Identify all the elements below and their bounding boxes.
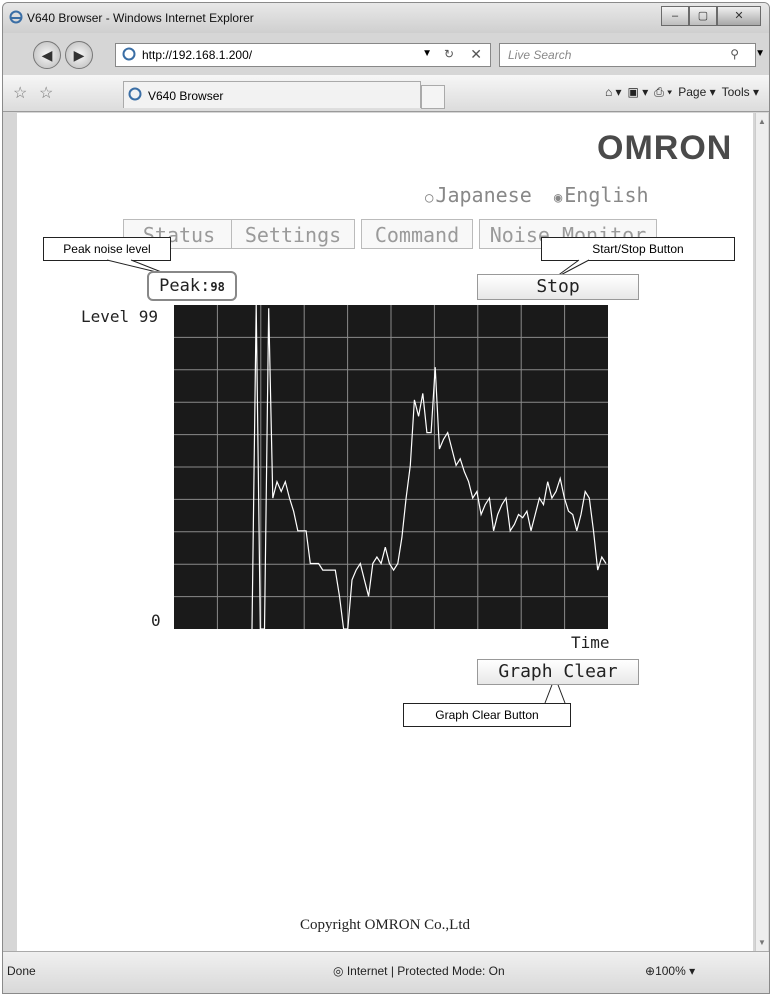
close-button[interactable]: ✕ — [717, 6, 761, 26]
tab-label: V640 Browser — [148, 89, 224, 103]
page-menu[interactable]: Page ▾ — [678, 85, 715, 100]
stop-loading-icon[interactable]: ✕ — [470, 46, 482, 63]
feeds-icon[interactable]: ▣ ▾ — [628, 85, 649, 100]
english-label: English — [564, 183, 649, 207]
status-bar: Done ◎ Internet | Protected Mode: On ⊕10… — [3, 951, 769, 993]
minimize-button[interactable]: – — [661, 6, 689, 26]
zoom-text: 100% — [655, 964, 686, 978]
window-title: V640 Browser - Windows Internet Explorer — [27, 11, 254, 25]
tools-menu[interactable]: Tools ▾ — [722, 85, 759, 100]
security-zone: ◎ Internet | Protected Mode: On — [333, 964, 505, 978]
zoom-icon: ⊕ — [645, 964, 656, 978]
back-arrow-icon: ◀ — [41, 47, 53, 63]
copyright: Copyright OMRON Co.,Ltd — [299, 917, 470, 933]
page-content: OMRON ○ Japanese ◉ English Status Settings… — [17, 113, 753, 951]
zoom-level[interactable]: ⊕100% ▾ — [645, 964, 695, 978]
peak-indicator: Peak:98 — [147, 271, 237, 301]
address-dropdown-icon[interactable]: ▼ — [422, 48, 432, 59]
print-icon[interactable]: ⎙ ▾ — [654, 85, 672, 100]
tab-v640[interactable]: V640 Browser — [123, 81, 421, 108]
maximize-button[interactable]: ▢ — [689, 6, 717, 26]
japanese-label: Japanese — [435, 183, 532, 207]
home-icon[interactable]: ⌂ ▾ — [605, 85, 622, 100]
search-dropdown-icon[interactable]: ▼ — [755, 48, 765, 59]
back-button[interactable]: ◀ — [33, 41, 61, 69]
graph-clear-button[interactable]: Graph Clear — [477, 659, 639, 685]
search-icon[interactable]: ⚲ — [730, 47, 739, 61]
page-icon — [122, 47, 136, 64]
address-bar[interactable]: http://192.168.1.200/ ▼ ↻ ✕ — [115, 43, 491, 67]
scrollbar[interactable]: ▲ ▼ — [755, 113, 768, 951]
peak-callout: Peak noise level — [43, 237, 171, 261]
address-url: http://192.168.1.200/ — [142, 48, 253, 62]
forward-arrow-icon: ▶ — [73, 47, 85, 63]
peak-label: Peak: — [159, 276, 211, 296]
browser-window: V640 Browser - Windows Internet Explorer… — [2, 2, 770, 994]
japanese-radio[interactable]: ○ Japanese — [425, 183, 532, 207]
settings-tab[interactable]: Settings — [231, 219, 355, 249]
ie-icon — [9, 10, 23, 29]
forward-button[interactable]: ▶ — [65, 41, 93, 69]
tab-page-icon — [128, 87, 142, 104]
time-label: Time — [571, 633, 610, 652]
status-done: Done — [7, 964, 36, 978]
startstop-callout: Start/Stop Button — [541, 237, 735, 261]
english-radio[interactable]: ◉ English — [554, 183, 649, 207]
language-selector: ○ Japanese ◉ English — [425, 183, 649, 207]
noise-graph — [174, 305, 608, 629]
scroll-up-icon[interactable]: ▲ — [758, 117, 766, 126]
scroll-down-icon[interactable]: ▼ — [758, 938, 766, 947]
peak-value: 98 — [210, 280, 225, 294]
search-placeholder: Live Search — [508, 48, 572, 62]
refresh-icon[interactable]: ↻ — [444, 47, 454, 61]
level-zero-label: 0 — [151, 611, 161, 630]
add-favorites-icon[interactable]: ☆ — [39, 83, 53, 103]
level-label: Level 99 — [81, 307, 159, 326]
omron-logo: OMRON — [597, 129, 733, 167]
address-row: ◀ ▶ http://192.168.1.200/ ▼ ↻ ✕ Live Sea… — [3, 35, 769, 75]
favorites-star-icon[interactable]: ☆ — [13, 83, 27, 103]
tab-row: ☆ ☆ V640 Browser ⌂ ▾ ▣ ▾ ⎙ ▾ Page ▾ Tool… — [3, 75, 769, 112]
search-box[interactable]: Live Search ⚲ ▼ — [499, 43, 765, 67]
new-tab-button[interactable] — [421, 85, 445, 109]
zone-text: Internet | Protected Mode: On — [346, 964, 505, 978]
command-tab[interactable]: Command — [361, 219, 473, 249]
stop-button[interactable]: Stop — [477, 274, 639, 300]
graph-clear-callout: Graph Clear Button — [403, 703, 571, 727]
title-bar: V640 Browser - Windows Internet Explorer… — [3, 3, 769, 33]
globe-icon: ◎ — [333, 964, 347, 978]
